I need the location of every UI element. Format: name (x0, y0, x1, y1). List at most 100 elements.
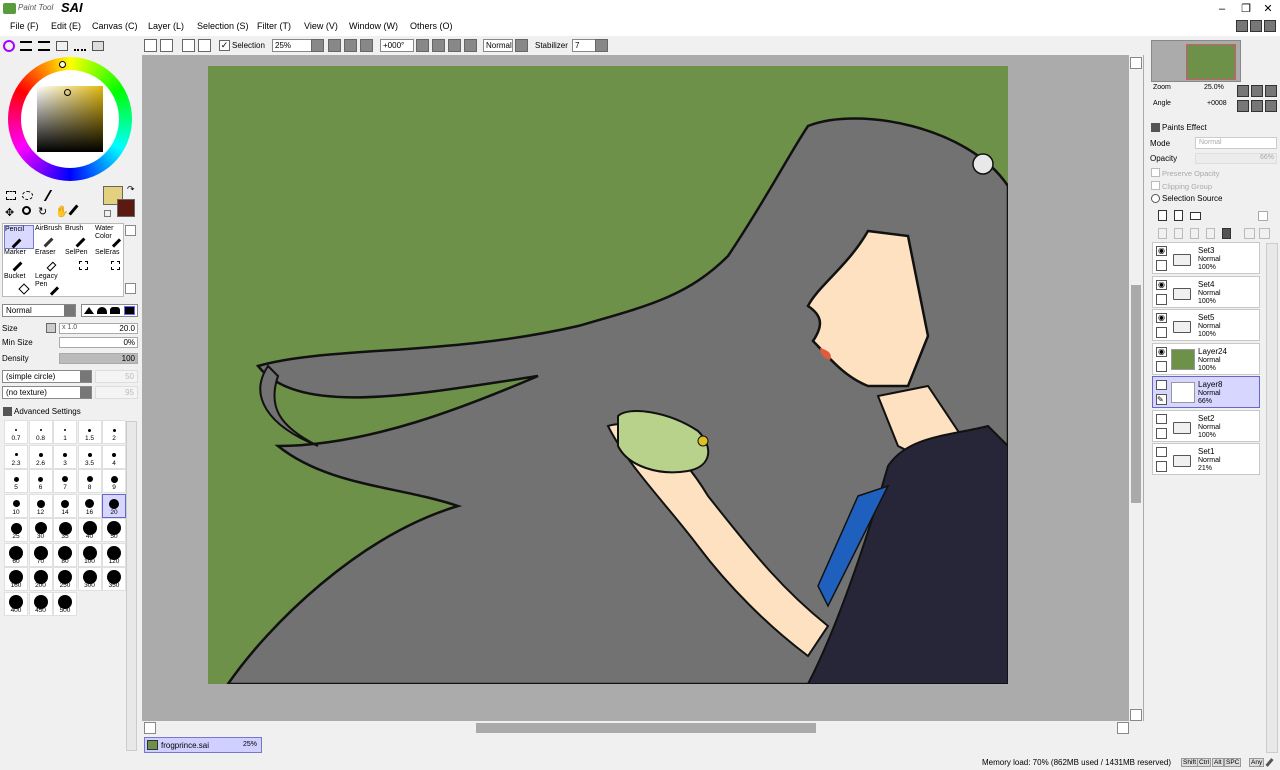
tool-eraser[interactable]: Eraser (35, 249, 65, 273)
invert-selection-button[interactable] (198, 39, 211, 52)
move-icon[interactable]: ✥ (5, 206, 14, 219)
merge-visible-icon[interactable] (1259, 228, 1270, 239)
transfer-down-icon[interactable] (1206, 228, 1215, 239)
vertical-scroll-thumb[interactable] (1131, 285, 1141, 503)
brush-shape-strength[interactable]: 50 (95, 370, 138, 383)
layer-list-scrollbar[interactable] (1266, 243, 1278, 753)
mdi-minimize-button[interactable] (1236, 20, 1248, 32)
navigator-rotate-left[interactable] (1237, 100, 1249, 112)
brush-size-0-7[interactable]: 0.7 (4, 420, 28, 444)
copy-layer-icon[interactable] (1158, 228, 1167, 239)
visibility-toggle-icon[interactable]: ◉ (1156, 246, 1167, 256)
size-slider[interactable]: x 1.0 20.0 (59, 323, 138, 334)
lasso-icon[interactable] (22, 191, 33, 200)
palette-mode-icon[interactable] (74, 41, 86, 51)
brush-size-60[interactable]: 60 (4, 542, 28, 567)
brush-size-40[interactable]: 40 (77, 518, 102, 542)
navigator-zoom-reset[interactable] (1265, 85, 1277, 97)
visibility-toggle-icon[interactable] (1156, 413, 1167, 424)
layer-mode-select[interactable]: Normal (1195, 137, 1277, 149)
stabilizer-dropdown[interactable] (595, 39, 608, 52)
menu-filter[interactable]: Filter (T) (257, 21, 291, 31)
edge-shape-4-icon[interactable] (124, 306, 135, 315)
tool-legacy-pen[interactable]: Legacy Pen (35, 273, 61, 297)
brush-size-12[interactable]: 12 (28, 493, 53, 518)
layer-item-set2[interactable]: Set2 Normal 100% (1152, 409, 1260, 442)
tool-bucket[interactable]: Bucket (4, 273, 34, 297)
merge-down-icon[interactable] (1174, 228, 1183, 239)
navigator-preview[interactable] (1151, 40, 1241, 82)
brush-size-30[interactable]: 30 (28, 518, 53, 542)
advanced-settings-label[interactable]: Advanced Settings (14, 407, 81, 416)
brush-size-25[interactable]: 25 (4, 518, 28, 542)
navigator-zoom-out[interactable] (1237, 85, 1249, 97)
tool-marker[interactable]: Marker (4, 249, 34, 273)
horizontal-scroll-thumb[interactable] (476, 723, 816, 733)
hue-handle[interactable] (59, 61, 66, 68)
swatch-mode-icon[interactable] (56, 41, 68, 51)
layer-lock-checkbox[interactable] (1156, 327, 1167, 338)
brush-texture-select[interactable]: (no texture) (2, 386, 92, 399)
menu-layer[interactable]: Layer (L) (148, 21, 184, 31)
edge-shape-2-icon[interactable] (97, 307, 107, 314)
layer-opacity-slider[interactable]: 66% (1195, 153, 1277, 164)
brush-shape-select[interactable]: (simple circle) (2, 370, 92, 383)
layer-item-set5[interactable]: ◉ Set5 Normal 100% (1152, 309, 1260, 341)
menu-selection[interactable]: Selection (S) (197, 21, 249, 31)
navigator-rotate-reset[interactable] (1265, 100, 1277, 112)
tool-seleras[interactable]: SelEras (95, 249, 125, 273)
brush-size-1[interactable]: 1 (53, 420, 77, 444)
selection-source-radio[interactable] (1151, 194, 1160, 203)
swap-colors-icon[interactable]: ↷ (127, 184, 135, 195)
navigator-angle-value[interactable]: +0008 (1207, 100, 1227, 107)
layer-item-set3[interactable]: ◉ Set3 Normal 100% (1152, 242, 1260, 274)
brush-texture-strength[interactable]: 95 (95, 386, 138, 399)
paints-effect-label[interactable]: Paints Effect (1162, 123, 1207, 132)
layer-lock-checkbox[interactable] (1156, 427, 1167, 439)
menu-window[interactable]: Window (W) (349, 21, 398, 31)
min-size-slider[interactable]: 0% (59, 337, 138, 348)
layer-item-layer24[interactable]: ◉ Layer24 Normal 100% (1152, 342, 1260, 375)
combine-layers-icon[interactable] (1244, 228, 1255, 239)
magic-wand-icon[interactable] (35, 190, 53, 201)
edge-shape-3-icon[interactable] (110, 307, 120, 314)
zoom-dropdown-button[interactable] (311, 39, 324, 52)
brush-size-250[interactable]: 250 (53, 567, 77, 591)
brush-size-200[interactable]: 200 (28, 567, 53, 591)
clear-layer-icon[interactable] (1190, 228, 1199, 239)
zoom-icon[interactable] (22, 206, 31, 215)
menu-view[interactable]: View (V) (304, 21, 338, 31)
view-blend-dropdown[interactable] (515, 39, 528, 52)
brush-size-10[interactable]: 10 (4, 493, 28, 518)
rgb-slider-mode-icon[interactable] (20, 41, 32, 51)
menu-file[interactable]: File (F) (10, 21, 39, 31)
tool-brush[interactable]: Brush (65, 225, 95, 249)
rotate-left-button[interactable] (416, 39, 429, 52)
vertical-scrollbar[interactable] (1129, 55, 1143, 721)
brush-size-450[interactable]: 450 (28, 591, 53, 616)
new-folder-icon[interactable] (1190, 212, 1201, 220)
layer-menu-icon[interactable] (1258, 211, 1268, 221)
rotate-reset-button[interactable] (448, 39, 461, 52)
advanced-settings-expand-icon[interactable] (3, 407, 12, 416)
tool-grid-scroll-up[interactable] (125, 225, 136, 236)
flip-button[interactable] (464, 39, 477, 52)
brush-shape-dropdown-icon[interactable] (80, 371, 91, 382)
tool-pencil[interactable]: Pencil (4, 225, 34, 249)
navigator-rotate-right[interactable] (1251, 100, 1263, 112)
brush-size-2-3[interactable]: 2.3 (4, 444, 28, 469)
brush-size-50[interactable]: 50 (102, 518, 126, 542)
layer-item-layer8[interactable]: ✎ Layer8 Normal 66% (1152, 376, 1260, 408)
eyedropper-icon[interactable] (68, 204, 79, 216)
tool-watercolor[interactable]: Water Color (95, 225, 125, 249)
view-blend-field[interactable]: Normal (483, 39, 513, 52)
brush-size-300[interactable]: 300 (77, 567, 102, 591)
navigator-zoom-in[interactable] (1251, 85, 1263, 97)
menu-canvas[interactable]: Canvas (C) (92, 21, 138, 31)
brush-size-70[interactable]: 70 (28, 542, 53, 567)
brush-size-7[interactable]: 7 (53, 469, 77, 493)
brush-size-35[interactable]: 35 (53, 518, 77, 542)
layer-lock-checkbox[interactable] (1156, 461, 1167, 472)
undo-button[interactable] (144, 39, 157, 52)
brush-size-20[interactable]: 20 (102, 493, 126, 518)
